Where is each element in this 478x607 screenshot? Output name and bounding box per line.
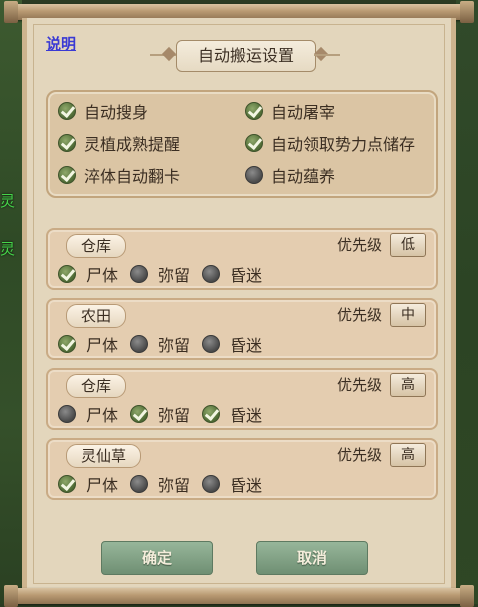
- option-auto-collect-faction-points[interactable]: 自动领取势力点储存: [245, 132, 415, 154]
- option-label: 自动蕴养: [271, 167, 336, 186]
- target-label: 尸体: [86, 266, 119, 285]
- target-label: 弥留: [158, 406, 191, 425]
- checkbox-icon[interactable]: [130, 335, 149, 353]
- target-label: 昏迷: [230, 406, 263, 425]
- checkbox-icon[interactable]: [202, 405, 221, 423]
- checkbox-icon[interactable]: [130, 265, 149, 283]
- title-ornament-right: [314, 54, 340, 56]
- target-label: 昏迷: [230, 266, 263, 285]
- auto-options-box: 自动搜身 自动屠宰 灵植成熟提醒 自动领取势力点储存 淬体自动翻卡 自动蕴养: [46, 90, 438, 198]
- target-row: 尸体 弥留 昏迷: [58, 262, 274, 286]
- priority-label: 优先级: [336, 376, 382, 394]
- background-text: 灵: [0, 240, 16, 258]
- location-tag: 灵仙草: [66, 444, 142, 468]
- checkbox-icon[interactable]: [202, 265, 221, 283]
- target-dying[interactable]: 弥留: [130, 332, 190, 356]
- rule-card: 灵仙草 优先级 高 尸体 弥留 昏迷: [46, 438, 438, 500]
- option-label: 自动搜身: [84, 103, 149, 122]
- priority-button[interactable]: 低: [390, 233, 426, 257]
- checkbox-icon[interactable]: [245, 134, 263, 152]
- checkbox-icon[interactable]: [58, 405, 76, 423]
- rule-card: 仓库 优先级 低 尸体 弥留 昏迷: [46, 228, 438, 290]
- option-label: 灵植成熟提醒: [84, 135, 181, 154]
- target-dying[interactable]: 弥留: [130, 402, 190, 426]
- priority-label: 优先级: [336, 446, 382, 464]
- target-coma[interactable]: 昏迷: [202, 332, 262, 356]
- target-label: 昏迷: [230, 476, 263, 495]
- option-auto-slaughter[interactable]: 自动屠宰: [245, 100, 335, 122]
- diamond-icon: [161, 46, 177, 62]
- checkbox-icon[interactable]: [245, 166, 263, 184]
- target-label: 弥留: [158, 336, 191, 355]
- checkbox-icon[interactable]: [58, 475, 76, 493]
- target-row: 尸体 弥留 昏迷: [58, 332, 274, 356]
- target-label: 尸体: [86, 476, 119, 495]
- location-tag: 仓库: [66, 374, 127, 398]
- option-auto-nurture[interactable]: 自动蕴养: [245, 164, 335, 186]
- checkbox-icon[interactable]: [245, 102, 263, 120]
- confirm-button[interactable]: 确定: [101, 541, 213, 575]
- background-text: 灵: [0, 192, 16, 210]
- title-banner: 自动搬运设置: [150, 38, 340, 72]
- checkbox-icon[interactable]: [202, 475, 221, 493]
- target-row: 尸体 弥留 昏迷: [58, 472, 274, 496]
- scroll-rod-bottom: [4, 585, 474, 607]
- option-label: 自动屠宰: [271, 103, 336, 122]
- checkbox-icon[interactable]: [58, 335, 76, 353]
- option-auto-flip-card[interactable]: 淬体自动翻卡: [58, 164, 180, 186]
- checkbox-icon[interactable]: [130, 405, 149, 423]
- location-tag: 仓库: [66, 234, 127, 258]
- cancel-button[interactable]: 取消: [256, 541, 368, 575]
- rule-card: 农田 优先级 中 尸体 弥留 昏迷: [46, 298, 438, 360]
- checkbox-icon[interactable]: [58, 102, 76, 120]
- target-corpse[interactable]: 尸体: [58, 332, 118, 356]
- target-label: 尸体: [86, 406, 119, 425]
- target-dying[interactable]: 弥留: [130, 262, 190, 286]
- option-plant-ripe-reminder[interactable]: 灵植成熟提醒: [58, 132, 180, 154]
- target-coma[interactable]: 昏迷: [202, 262, 262, 286]
- checkbox-icon[interactable]: [58, 134, 76, 152]
- checkbox-icon[interactable]: [58, 265, 76, 283]
- priority-label: 优先级: [336, 236, 382, 254]
- background-left: [0, 0, 22, 604]
- target-coma[interactable]: 昏迷: [202, 472, 262, 496]
- checkbox-icon[interactable]: [202, 335, 221, 353]
- target-corpse[interactable]: 尸体: [58, 262, 118, 286]
- page-title: 自动搬运设置: [176, 40, 316, 72]
- target-coma[interactable]: 昏迷: [202, 402, 262, 426]
- target-corpse[interactable]: 尸体: [58, 402, 118, 426]
- priority-button[interactable]: 高: [390, 443, 426, 467]
- checkbox-icon[interactable]: [58, 166, 76, 184]
- priority-button[interactable]: 中: [390, 303, 426, 327]
- target-label: 弥留: [158, 266, 191, 285]
- target-label: 弥留: [158, 476, 191, 495]
- target-corpse[interactable]: 尸体: [58, 472, 118, 496]
- target-row: 尸体 弥留 昏迷: [58, 402, 274, 426]
- priority-label: 优先级: [336, 306, 382, 324]
- option-label: 自动领取势力点储存: [271, 135, 416, 154]
- target-label: 昏迷: [230, 336, 263, 355]
- target-dying[interactable]: 弥留: [130, 472, 190, 496]
- option-auto-search[interactable]: 自动搜身: [58, 100, 148, 122]
- checkbox-icon[interactable]: [130, 475, 149, 493]
- background-right: [456, 0, 478, 604]
- priority-button[interactable]: 高: [390, 373, 426, 397]
- option-label: 淬体自动翻卡: [84, 167, 181, 186]
- location-tag: 农田: [66, 304, 127, 328]
- help-link[interactable]: 说明: [46, 33, 76, 54]
- target-label: 尸体: [86, 336, 119, 355]
- rule-card: 仓库 优先级 高 尸体 弥留 昏迷: [46, 368, 438, 430]
